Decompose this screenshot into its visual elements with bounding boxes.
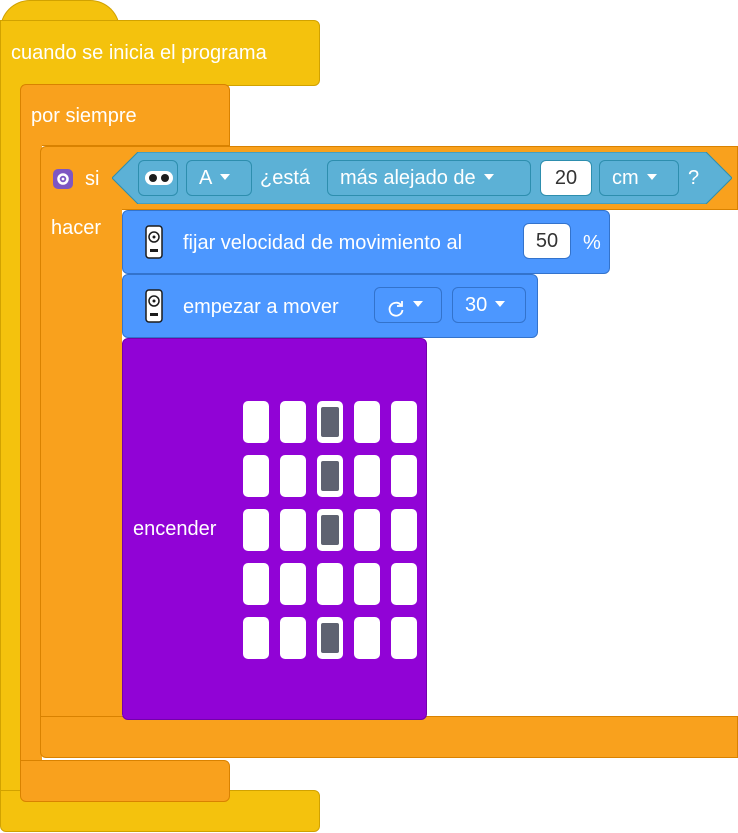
display-label: encender (133, 518, 217, 540)
port-dropdown[interactable]: A (186, 160, 252, 196)
event-block[interactable]: cuando se inicia el programa (0, 20, 320, 86)
set-speed-block[interactable]: fijar velocidad de movimiento al 50 % (122, 210, 610, 274)
question-mark: ? (688, 167, 700, 189)
led-pixel[interactable] (354, 455, 380, 497)
chevron-down-icon (495, 301, 506, 308)
led-pixel[interactable] (317, 563, 343, 605)
direction-dropdown[interactable] (374, 287, 442, 323)
light-matrix-block[interactable]: encender (122, 338, 427, 720)
led-pixel[interactable] (243, 617, 269, 659)
speed-input[interactable]: 50 (523, 223, 571, 259)
steering-value: 30 (465, 294, 488, 316)
chevron-down-icon (220, 174, 231, 181)
led-pixel[interactable] (243, 401, 269, 443)
if-block-spine: hacer (40, 200, 122, 720)
if-label: si (85, 168, 100, 190)
ultrasonic-sensor-icon (138, 160, 178, 196)
led-pixel[interactable] (317, 509, 343, 551)
rotate-clockwise-icon (387, 295, 405, 317)
set-speed-label: fijar velocidad de movimiento al (183, 232, 463, 254)
distance-condition[interactable]: A ¿está más alejado de 20 cm ? (112, 152, 732, 204)
led-pixel[interactable] (317, 617, 343, 659)
forever-label: por siempre (31, 105, 137, 127)
if-block-footer (40, 716, 738, 758)
gear-icon[interactable] (53, 169, 73, 189)
led-pixel[interactable] (354, 509, 380, 551)
hacer-label: hacer (51, 217, 102, 239)
unit-dropdown[interactable]: cm (599, 160, 679, 196)
led-pixel[interactable] (354, 617, 380, 659)
led-pixel[interactable] (391, 401, 417, 443)
motor-pair-icon (145, 289, 163, 323)
steering-dropdown[interactable]: 30 (452, 287, 526, 323)
led-pixel[interactable] (243, 509, 269, 551)
led-pixel[interactable] (243, 455, 269, 497)
event-label: cuando se inicia el programa (11, 42, 267, 64)
led-pixel[interactable] (391, 617, 417, 659)
led-pixel[interactable] (243, 563, 269, 605)
unit-value: cm (612, 167, 639, 189)
forever-block-footer (20, 760, 230, 802)
percent-label: % (583, 232, 601, 254)
distance-input[interactable]: 20 (540, 160, 592, 196)
led-pixel[interactable] (280, 509, 306, 551)
led-pixel[interactable] (391, 509, 417, 551)
motor-pair-icon (145, 225, 163, 259)
led-pixel[interactable] (391, 563, 417, 605)
esta-label: ¿está (260, 167, 311, 189)
chevron-down-icon (413, 301, 423, 308)
chevron-down-icon (483, 174, 494, 181)
comparison-dropdown[interactable]: más alejado de (327, 160, 531, 196)
led-pixel[interactable] (280, 617, 306, 659)
port-value: A (199, 167, 213, 189)
led-pixel[interactable] (391, 455, 417, 497)
event-block-spine (0, 80, 22, 800)
led-pixel[interactable] (354, 563, 380, 605)
led-pixel[interactable] (354, 401, 380, 443)
start-move-label: empezar a mover (183, 296, 339, 318)
led-pixel[interactable] (317, 455, 343, 497)
chevron-down-icon (646, 174, 657, 181)
led-pixel[interactable] (280, 401, 306, 443)
led-matrix[interactable] (243, 401, 417, 659)
led-pixel[interactable] (280, 455, 306, 497)
comparison-value: más alejado de (340, 167, 476, 189)
forever-block-spine (20, 140, 42, 780)
led-pixel[interactable] (280, 563, 306, 605)
forever-block[interactable]: por siempre (20, 84, 230, 146)
start-move-block[interactable]: empezar a mover 30 (122, 274, 538, 338)
led-pixel[interactable] (317, 401, 343, 443)
